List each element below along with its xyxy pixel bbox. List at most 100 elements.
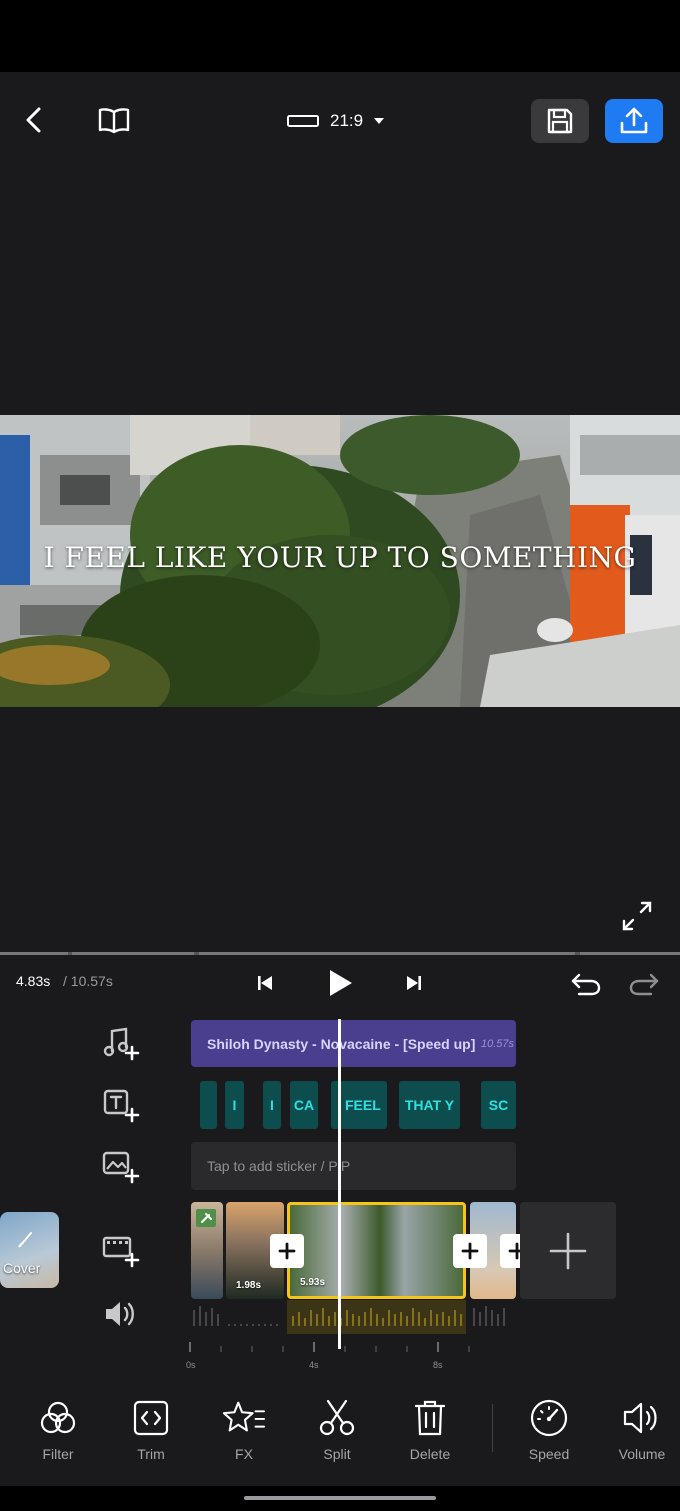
- text-chip[interactable]: [200, 1081, 217, 1129]
- undo-button[interactable]: [566, 965, 606, 1001]
- music-title: Shiloh Dynasty - Novacaine - [Speed up]: [207, 1036, 476, 1052]
- pencil-icon: [18, 1232, 32, 1248]
- add-text-button[interactable]: [98, 1083, 142, 1127]
- video-clip[interactable]: [191, 1202, 223, 1299]
- filter-tool[interactable]: Filter: [22, 1396, 94, 1462]
- plus-icon: [461, 1242, 479, 1260]
- cover-label: Cover: [3, 1260, 41, 1276]
- skip-forward-button[interactable]: [394, 965, 434, 1001]
- delete-tool[interactable]: Delete: [394, 1396, 466, 1462]
- edit-toolbar: Filter Trim FX Split Delete Speed Volume: [0, 1380, 680, 1486]
- tool-label: FX: [235, 1446, 253, 1462]
- video-clip-selected[interactable]: 5.93s: [287, 1202, 466, 1299]
- trim-icon: [133, 1400, 169, 1436]
- trim-tool[interactable]: Trim: [115, 1396, 187, 1462]
- speedometer-icon: [530, 1399, 568, 1437]
- skip-next-icon: [407, 976, 421, 990]
- speaker-icon: [106, 1302, 134, 1326]
- ruler-ticks: [189, 1342, 470, 1352]
- music-duration: 10.57s: [480, 1038, 514, 1050]
- music-track-clip[interactable]: Shiloh Dynasty - Novacaine - [Speed up] …: [191, 1020, 516, 1067]
- toolbar-divider: [492, 1404, 493, 1452]
- time-ruler: 0s 4s 8s: [186, 1340, 486, 1370]
- audio-waveform: [193, 1300, 505, 1334]
- ratio-rect-icon: [287, 115, 319, 127]
- add-music-button[interactable]: [98, 1021, 142, 1065]
- add-clip-icon-button[interactable]: [98, 1228, 142, 1272]
- caret-down-icon: [374, 118, 385, 124]
- playhead[interactable]: [338, 1019, 341, 1349]
- aspect-ratio-selector[interactable]: 21:9: [286, 104, 385, 138]
- play-icon: [330, 970, 352, 996]
- clip-duration: 5.93s: [300, 1277, 326, 1288]
- plus-icon: [549, 1232, 587, 1269]
- redo-button[interactable]: [624, 965, 664, 1001]
- speed-tool[interactable]: Speed: [513, 1396, 585, 1462]
- split-tool[interactable]: Split: [301, 1396, 373, 1462]
- export-button[interactable]: [605, 99, 663, 143]
- total-time: / 10.57s: [63, 973, 113, 989]
- text-chip[interactable]: CA: [290, 1081, 318, 1129]
- text-add-icon: [103, 1089, 140, 1123]
- tool-label: Trim: [137, 1446, 165, 1462]
- fullscreen-icon: [622, 901, 652, 931]
- text-chip[interactable]: I: [225, 1081, 244, 1129]
- aspect-ratio-value: 21:9: [330, 111, 364, 130]
- sticker-pip-track[interactable]: Tap to add sticker / PiP: [191, 1142, 516, 1190]
- video-frame[interactable]: I FEEL LIKE YOUR UP TO SOMETHING: [0, 415, 680, 707]
- ruler-label: 0s: [186, 1360, 196, 1370]
- status-bar: [0, 0, 680, 72]
- fx-star-icon: [222, 1401, 266, 1432]
- clip-duration: 1.98s: [236, 1280, 262, 1291]
- progress-segment: [199, 952, 575, 955]
- fullscreen-button[interactable]: [616, 895, 658, 937]
- tool-label: Volume: [618, 1446, 666, 1462]
- guide-button[interactable]: [94, 100, 134, 140]
- cover-button[interactable]: Cover: [0, 1212, 59, 1288]
- tool-label: Split: [323, 1446, 351, 1462]
- trash-icon: [414, 1400, 446, 1436]
- home-indicator[interactable]: [244, 1496, 436, 1500]
- fx-tool[interactable]: FX: [208, 1396, 280, 1462]
- transport-bar: 4.83s / 10.57s: [0, 957, 680, 1007]
- add-transition-button[interactable]: [453, 1234, 487, 1268]
- progress-segment: [72, 952, 194, 955]
- playback-progress[interactable]: [0, 952, 680, 955]
- book-icon: [98, 108, 130, 134]
- ruler-label: 8s: [433, 1360, 443, 1370]
- video-preview[interactable]: I FEEL LIKE YOUR UP TO SOMETHING: [0, 172, 680, 952]
- timeline[interactable]: Shiloh Dynasty - Novacaine - [Speed up] …: [0, 1007, 680, 1377]
- save-icon: [547, 108, 573, 134]
- back-button[interactable]: [14, 100, 54, 140]
- skip-back-button[interactable]: [245, 965, 285, 1001]
- redo-icon: [629, 973, 659, 996]
- caption-overlay[interactable]: I FEEL LIKE YOUR UP TO SOMETHING: [0, 541, 680, 574]
- video-editor: 21:9 I FEEL LIKE YOUR UP TO SOMETHING 4.…: [0, 72, 680, 1486]
- video-track[interactable]: 1.98s 5.93s: [191, 1202, 534, 1299]
- skip-previous-icon: [258, 976, 272, 990]
- add-sticker-button[interactable]: [98, 1144, 142, 1188]
- tool-label: Filter: [42, 1446, 74, 1462]
- system-nav-bar: [0, 1486, 680, 1511]
- filter-icon: [40, 1401, 76, 1434]
- current-time: 4.83s: [16, 973, 51, 989]
- progress-segment: [580, 952, 680, 955]
- image-add-icon: [102, 1151, 140, 1184]
- scissors-icon: [319, 1399, 355, 1436]
- add-clip-button[interactable]: [520, 1202, 616, 1299]
- plus-icon: [278, 1242, 296, 1260]
- sticker-placeholder: Tap to add sticker / PiP: [207, 1158, 351, 1174]
- music-add-icon: [103, 1027, 140, 1061]
- volume-tool[interactable]: Volume: [606, 1396, 678, 1462]
- tool-label: Delete: [409, 1446, 451, 1462]
- pin-icon: [196, 1209, 216, 1227]
- clip-volume-button[interactable]: [98, 1292, 142, 1336]
- add-transition-button[interactable]: [270, 1234, 304, 1268]
- play-button[interactable]: [320, 965, 360, 1001]
- text-track[interactable]: I I CA I FEEL THAT Y SC: [191, 1081, 516, 1129]
- text-chip[interactable]: I: [263, 1081, 281, 1129]
- save-button[interactable]: [531, 99, 589, 143]
- text-chip[interactable]: THAT Y: [399, 1081, 460, 1129]
- text-chip[interactable]: SC: [481, 1081, 516, 1129]
- volume-icon: [623, 1402, 657, 1434]
